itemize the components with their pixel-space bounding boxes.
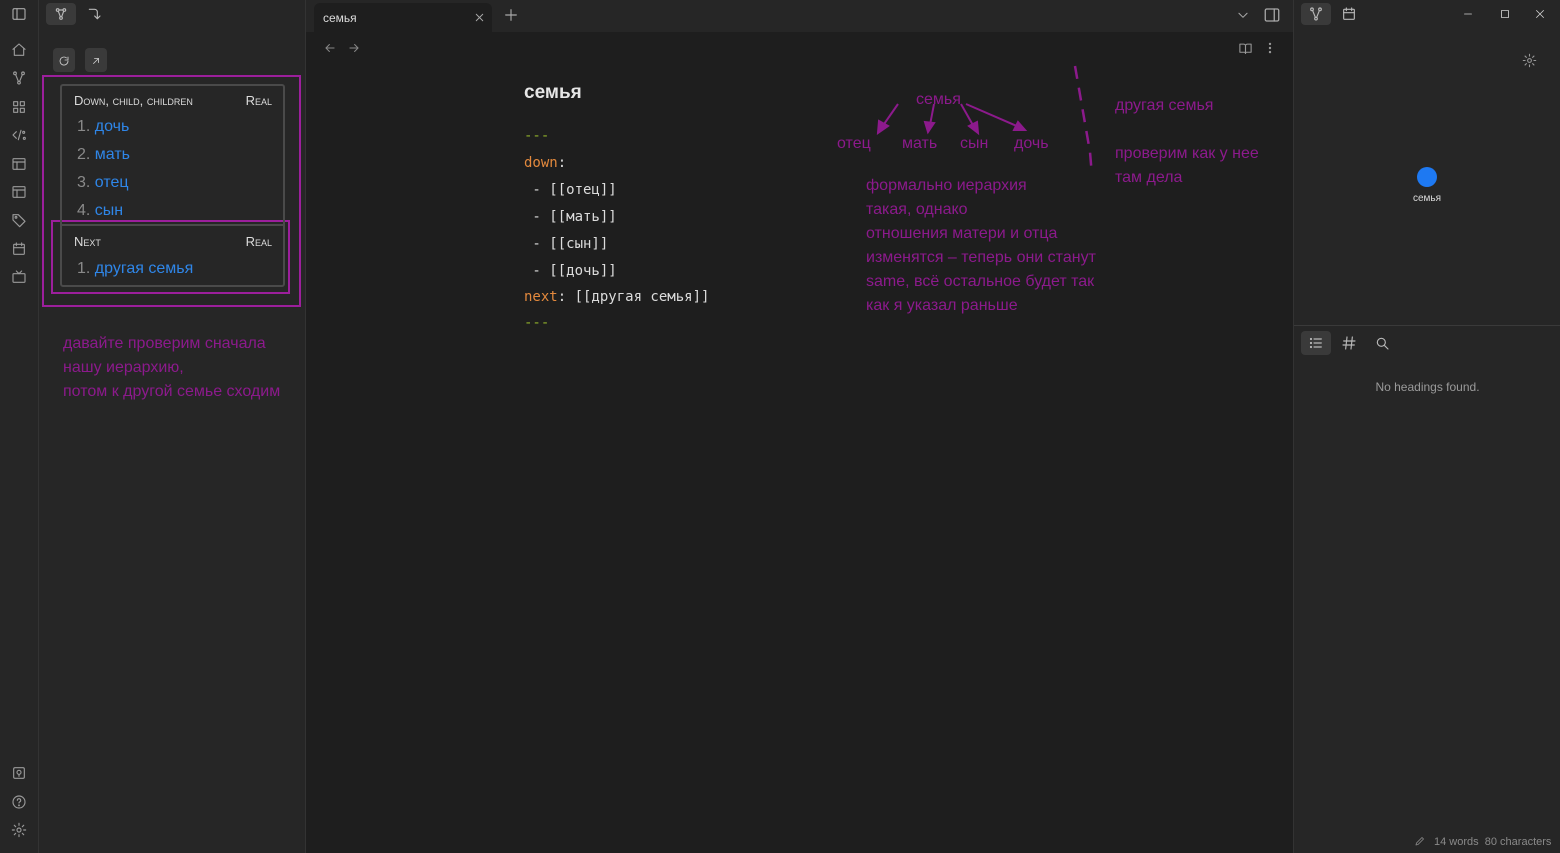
arrow-left-icon[interactable] bbox=[323, 41, 337, 55]
tab-local-graph[interactable] bbox=[1301, 3, 1331, 25]
open-icon bbox=[90, 54, 102, 66]
annotation-other-family: другая семья bbox=[1115, 97, 1214, 114]
annotation-check: проверим как у нее там дела bbox=[1115, 145, 1259, 186]
settings-icon[interactable] bbox=[11, 822, 27, 838]
annotation-child-father: отец bbox=[837, 135, 871, 152]
refresh-button[interactable] bbox=[53, 48, 75, 72]
tab-breadcrumbs[interactable] bbox=[46, 3, 76, 25]
left-sidebar-tabs bbox=[39, 0, 306, 28]
tab-calendar[interactable] bbox=[1334, 3, 1364, 25]
frontmatter-line[interactable]: next: [[другая семья]] bbox=[524, 289, 709, 305]
more-icon[interactable] bbox=[1263, 41, 1277, 55]
close-icon[interactable] bbox=[473, 11, 486, 24]
frontmatter-line[interactable]: --- bbox=[524, 128, 549, 144]
down-section-title: Down, child, children bbox=[74, 93, 193, 108]
tab-search[interactable] bbox=[1367, 331, 1397, 355]
template-icon[interactable] bbox=[11, 184, 27, 200]
frontmatter-line[interactable]: - [[отец]] bbox=[524, 182, 616, 198]
link-otec[interactable]: отец bbox=[95, 174, 129, 191]
open-view-button[interactable] bbox=[85, 48, 107, 72]
tab-arrow-return[interactable] bbox=[79, 3, 109, 25]
annotation-child-son: сын bbox=[960, 135, 989, 152]
link-doch[interactable]: дочь bbox=[95, 118, 130, 135]
refresh-icon bbox=[58, 54, 70, 66]
right-sidebar: семья No headings found. 14 words 80 cha… bbox=[1293, 0, 1560, 853]
layout-icon[interactable] bbox=[11, 156, 27, 172]
settings-icon[interactable] bbox=[1522, 53, 1537, 68]
next-section-title: Next bbox=[74, 234, 101, 249]
tab-tags[interactable] bbox=[1334, 331, 1364, 355]
book-icon[interactable] bbox=[1238, 41, 1253, 56]
chevron-down-icon[interactable] bbox=[1236, 8, 1250, 22]
annotation-child-daughter: дочь bbox=[1014, 135, 1049, 152]
list-item[interactable]: 1. другая семья bbox=[77, 260, 193, 278]
vault-icon[interactable] bbox=[11, 765, 27, 781]
tab-bar: семья bbox=[306, 0, 1293, 32]
tab-semya[interactable]: семья bbox=[314, 3, 492, 32]
frontmatter-line[interactable]: - [[сын]] bbox=[524, 236, 608, 252]
help-icon[interactable] bbox=[11, 794, 27, 810]
plus-icon[interactable] bbox=[503, 7, 519, 23]
tab-title: семья bbox=[323, 11, 357, 25]
word-count: 14 words bbox=[1434, 836, 1479, 848]
maximize-icon[interactable] bbox=[1499, 7, 1511, 19]
next-section-real: Real bbox=[245, 234, 272, 249]
annotation-explanation: формально иерархия такая, однако отношен… bbox=[866, 177, 1096, 314]
graph-node-label: семья bbox=[1412, 193, 1442, 204]
graph-icon[interactable] bbox=[11, 70, 27, 86]
sidebar-annotation: давайте проверим сначала нашу иерархию, … bbox=[63, 335, 281, 400]
frontmatter-line[interactable]: - [[дочь]] bbox=[524, 263, 616, 279]
list-item[interactable]: 3. отец bbox=[77, 174, 129, 192]
list-item[interactable]: 2. мать bbox=[77, 146, 130, 164]
sidebar-toggle-icon[interactable] bbox=[11, 6, 27, 22]
code-icon[interactable] bbox=[11, 127, 27, 143]
list-item[interactable]: 1. дочь bbox=[77, 118, 129, 136]
arrow-right-icon[interactable] bbox=[347, 41, 361, 55]
frontmatter-line[interactable]: - [[мать]] bbox=[524, 209, 616, 225]
list-icon bbox=[1308, 335, 1324, 351]
link-mat[interactable]: мать bbox=[95, 146, 130, 163]
section-divider bbox=[62, 224, 283, 226]
calendar-icon[interactable] bbox=[11, 241, 27, 257]
search-icon bbox=[1374, 335, 1390, 351]
arrow-return-icon bbox=[86, 6, 102, 22]
grid-icon[interactable] bbox=[11, 99, 27, 115]
list-item[interactable]: 4. сын bbox=[77, 202, 123, 220]
home-icon[interactable] bbox=[11, 42, 27, 58]
outline-empty-message: No headings found. bbox=[1375, 380, 1480, 394]
tab-outline[interactable] bbox=[1301, 331, 1331, 355]
frontmatter-line[interactable]: down: bbox=[524, 155, 566, 171]
breadcrumbs-icon bbox=[53, 6, 69, 22]
graph-icon bbox=[1308, 6, 1324, 22]
sidebar-toggle-icon[interactable] bbox=[1263, 6, 1281, 24]
minimize-icon[interactable] bbox=[1462, 7, 1474, 19]
status-bar: 14 words 80 characters bbox=[1414, 835, 1551, 848]
frontmatter-line[interactable]: --- bbox=[524, 315, 549, 331]
breadcrumbs-matrix: Down, child, children Real 1. дочь 2. ма… bbox=[60, 84, 285, 287]
pencil-icon[interactable] bbox=[1414, 835, 1426, 847]
tag-icon[interactable] bbox=[11, 212, 27, 228]
pane-divider[interactable] bbox=[1294, 325, 1560, 326]
link-syn[interactable]: сын bbox=[95, 202, 123, 219]
annotation-parent: семья bbox=[916, 91, 961, 108]
link-drugaya-semya[interactable]: другая семья bbox=[95, 260, 193, 277]
calendar-icon bbox=[1341, 6, 1357, 22]
editor-pane: семья семья --- down: - [[отец]] - [[мат… bbox=[306, 0, 1293, 853]
graph-node[interactable] bbox=[1417, 167, 1437, 187]
page-title[interactable]: семья bbox=[524, 82, 582, 104]
window-close-icon[interactable] bbox=[1534, 7, 1546, 19]
annotation-child-mother: мать bbox=[902, 135, 938, 152]
down-section-real: Real bbox=[245, 93, 272, 108]
ribbon bbox=[0, 0, 39, 853]
left-sidebar: Down, child, children Real 1. дочь 2. ма… bbox=[39, 0, 306, 853]
char-count: 80 characters bbox=[1484, 836, 1552, 848]
hash-icon bbox=[1341, 335, 1357, 351]
tv-icon[interactable] bbox=[11, 269, 27, 285]
